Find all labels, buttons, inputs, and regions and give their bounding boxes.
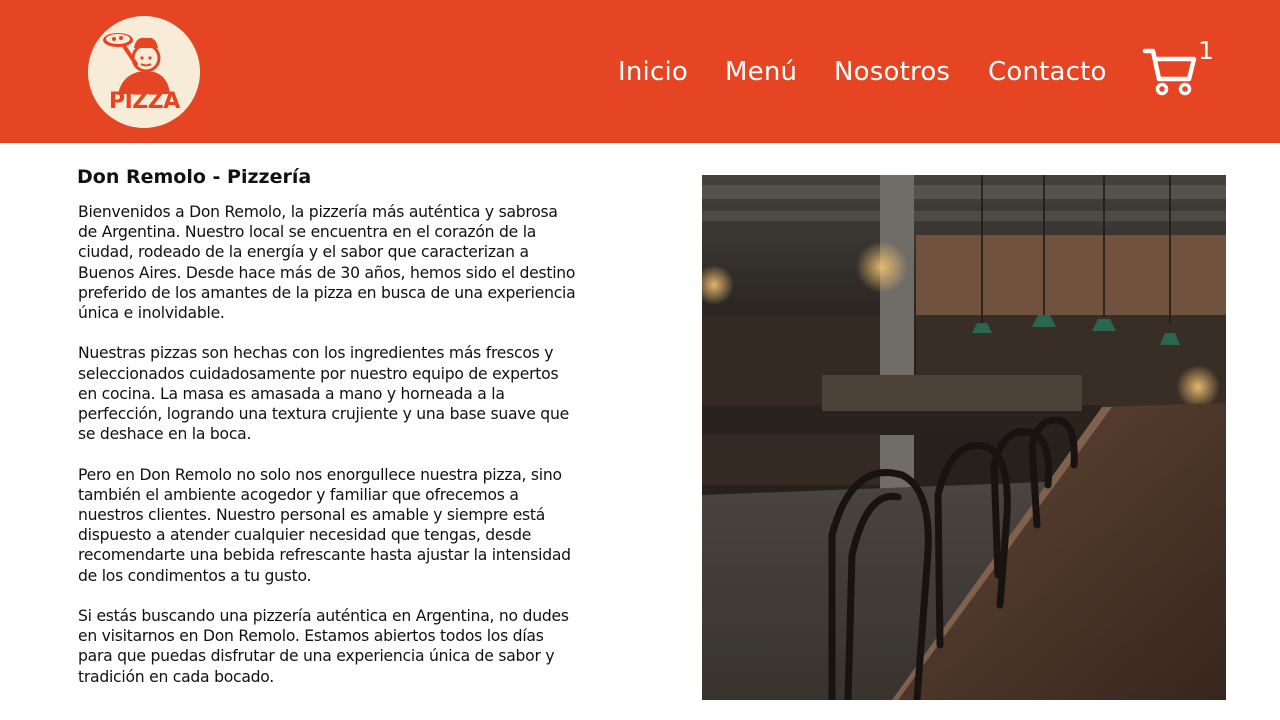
- paragraph-1: Bienvenidos a Don Remolo, la pizzería má…: [78, 203, 576, 323]
- page-title: Don Remolo - Pizzería: [77, 166, 312, 188]
- nav-menu[interactable]: Menú: [725, 54, 797, 90]
- nav-nosotros[interactable]: Nosotros: [834, 54, 950, 90]
- site-header: PIZZA Inicio Menú Nosotros Contacto 1: [0, 0, 1280, 143]
- restaurant-photo: [702, 175, 1226, 700]
- paragraph-4: Si estás buscando una pizzería auténtica…: [78, 607, 569, 686]
- cart-count-badge: 1: [1198, 36, 1214, 65]
- logo-text: PIZZA: [109, 89, 180, 114]
- shopping-cart-icon: [1142, 48, 1197, 96]
- nav-inicio[interactable]: Inicio: [618, 54, 688, 90]
- paragraph-2: Nuestras pizzas son hechas con los ingre…: [78, 344, 569, 444]
- paragraph-3: Pero en Don Remolo no solo nos enorgulle…: [78, 465, 571, 585]
- cart-button[interactable]: [1142, 45, 1198, 97]
- about-text: Bienvenidos a Don Remolo, la pizzería má…: [78, 202, 581, 707]
- restaurant-interior-image: [702, 175, 1226, 700]
- nav-contacto[interactable]: Contacto: [988, 54, 1107, 90]
